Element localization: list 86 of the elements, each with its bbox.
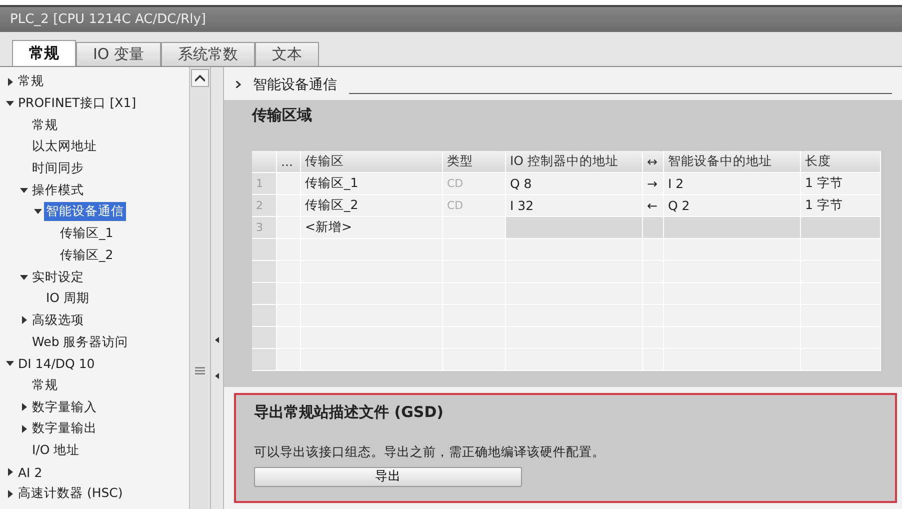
- column-header[interactable]: 长度: [801, 151, 881, 174]
- tab[interactable]: 文本: [255, 42, 319, 66]
- table-cell: [443, 239, 506, 262]
- grip-icon[interactable]: [195, 367, 205, 375]
- table-cell: I 2: [664, 173, 801, 196]
- expanded-arrow-icon[interactable]: [20, 186, 28, 194]
- tree-item[interactable]: 时间同步: [30, 159, 86, 178]
- row-number: [252, 305, 277, 328]
- collapsed-arrow-icon[interactable]: [6, 78, 14, 86]
- column-header[interactable]: 类型: [443, 151, 506, 174]
- table-cell: [643, 349, 664, 372]
- tree-item[interactable]: DI 14/DQ 10: [16, 355, 97, 372]
- tree-item[interactable]: PROFINET接口 [X1]: [16, 94, 138, 114]
- tree-item[interactable]: 传输区_1: [58, 224, 116, 244]
- tree-item[interactable]: 以太网地址: [30, 137, 99, 156]
- tree-item[interactable]: 常规: [30, 116, 60, 135]
- description-text: 可以导出该接口组态。导出之前，需正确地编译该硬件配置。: [254, 444, 606, 462]
- table-cell: [277, 305, 301, 328]
- panel-heading: 导出常规站描述文件 (GSD): [254, 403, 444, 422]
- tree-item[interactable]: Web 服务器访问: [30, 332, 130, 352]
- collapsed-arrow-icon[interactable]: [20, 316, 28, 324]
- table-cell: 1 字节: [801, 173, 881, 196]
- tree-item[interactable]: 传输区_2: [58, 246, 116, 265]
- window-title: PLC_2 [CPU 1214C AC/DC/Rly]: [0, 5, 902, 32]
- table-cell: [277, 283, 301, 306]
- collapsed-arrow-icon[interactable]: [6, 490, 14, 498]
- table-cell: [443, 349, 506, 372]
- column-header[interactable]: 传输区: [301, 151, 443, 174]
- row-number: 2: [252, 195, 277, 218]
- table-cell: [277, 239, 301, 262]
- row-number: [252, 239, 277, 262]
- row-number: 3: [252, 217, 277, 240]
- table-cell: CD: [443, 173, 506, 196]
- table-cell: [277, 195, 301, 218]
- section-title: 智能设备通信: [253, 76, 337, 94]
- table-cell: [643, 217, 664, 240]
- column-header: [252, 151, 277, 174]
- expanded-arrow-icon[interactable]: [6, 100, 14, 108]
- expanded-arrow-icon[interactable]: [34, 208, 42, 216]
- chevron-right-icon[interactable]: [236, 81, 241, 88]
- tree-item[interactable]: 常规: [30, 376, 60, 395]
- column-header[interactable]: ↔: [643, 151, 664, 174]
- row-number: [252, 327, 277, 350]
- table-cell: CD: [443, 195, 506, 218]
- expanded-arrow-icon[interactable]: [6, 360, 14, 368]
- tab[interactable]: IO 变量: [76, 42, 161, 66]
- tree-item[interactable]: AI 2: [16, 464, 44, 481]
- caret-up-icon: [195, 74, 205, 82]
- column-header[interactable]: IO 控制器中的地址: [506, 151, 643, 174]
- tree-item[interactable]: 智能设备通信: [44, 202, 126, 222]
- tree-item[interactable]: 数字量输出: [30, 419, 99, 438]
- table-cell: [277, 261, 301, 284]
- expanded-arrow-icon[interactable]: [20, 274, 28, 281]
- export-button[interactable]: 导出: [254, 466, 522, 487]
- collapse-arrow-icon[interactable]: [215, 337, 219, 343]
- table-cell: [643, 239, 664, 262]
- tree-item[interactable]: 高级选项: [30, 310, 86, 330]
- collapse-arrow-icon[interactable]: [215, 373, 219, 379]
- column-header[interactable]: 智能设备中的地址: [664, 151, 801, 174]
- table-cell: [277, 349, 301, 372]
- column-header[interactable]: ...: [277, 151, 301, 174]
- row-number: [252, 349, 277, 372]
- tree-item[interactable]: 数字量输入: [30, 398, 99, 417]
- section-heading: 传输区域: [252, 106, 313, 126]
- table-cell: [277, 173, 301, 196]
- table-cell[interactable]: 传输区_1: [301, 173, 443, 196]
- row-number: [252, 283, 277, 306]
- tree-item[interactable]: 常规: [16, 72, 46, 92]
- row-number: [252, 261, 277, 284]
- table-cell: Q 8: [506, 173, 643, 196]
- collapsed-arrow-icon[interactable]: [20, 403, 28, 412]
- table-cell: [277, 217, 301, 240]
- tab[interactable]: 系统常数: [161, 42, 255, 66]
- tree-item[interactable]: 实时设定: [30, 268, 86, 287]
- tree-item[interactable]: I/O 地址: [30, 441, 82, 460]
- tree-item[interactable]: 高速计数器 (HSC): [16, 484, 125, 504]
- collapsed-arrow-icon[interactable]: [6, 468, 14, 476]
- table-cell: [277, 327, 301, 350]
- collapsed-arrow-icon[interactable]: [20, 424, 28, 433]
- scroll-up-button[interactable]: [191, 69, 209, 87]
- row-number: 1: [252, 173, 277, 196]
- tree-item[interactable]: IO 周期: [44, 289, 92, 308]
- tree-item[interactable]: 操作模式: [30, 180, 86, 200]
- table-cell[interactable]: <新增>: [301, 217, 443, 240]
- tab[interactable]: 常规: [12, 40, 76, 66]
- table-cell[interactable]: 传输区_2: [301, 195, 443, 218]
